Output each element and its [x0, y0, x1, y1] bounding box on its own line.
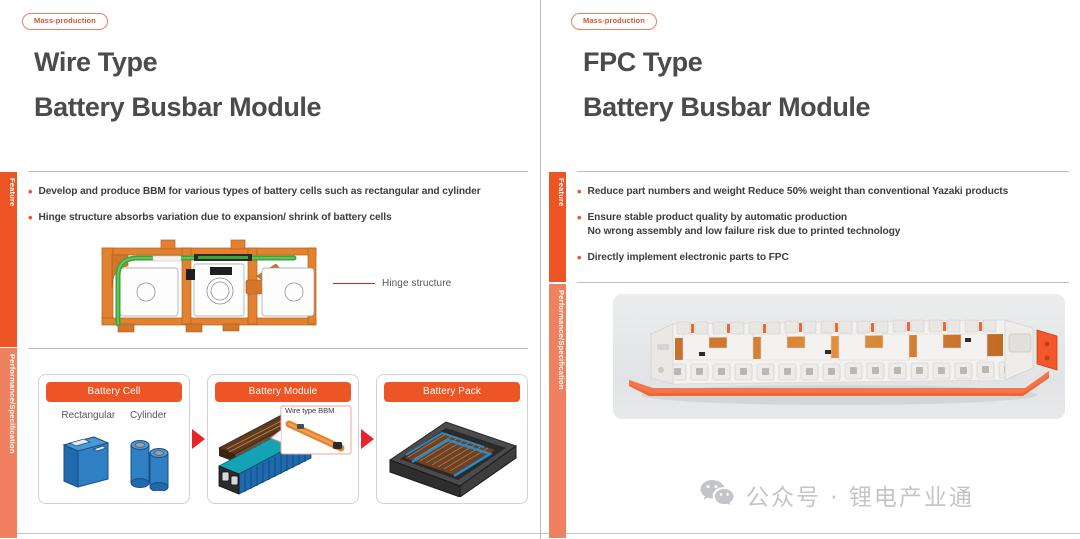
process-step-header: Battery Pack	[384, 382, 520, 402]
callout-leader-line	[333, 282, 375, 285]
bullet-dot-icon: •	[577, 249, 582, 265]
list-item: • Directly implement electronic parts to…	[577, 249, 1066, 266]
feature-list-right: • Reduce part numbers and weight Reduce …	[577, 172, 1066, 265]
cell-label-cylinder: Cylinder	[129, 410, 167, 421]
sidebar-item-performance-specification[interactable]: Performance/Specification	[0, 348, 17, 538]
list-item-text: Hinge structure absorbs variation due to…	[38, 211, 392, 223]
title-line-2: Battery Busbar Module	[583, 91, 871, 122]
list-item: • Reduce part numbers and weight Reduce …	[577, 184, 1066, 200]
page-title: Wire Type Battery Busbar Module	[34, 46, 540, 122]
title-line-1: FPC Type	[583, 46, 703, 77]
module-callout-label: Wire type BBM	[285, 406, 335, 415]
title-line-2: Battery Busbar Module	[34, 91, 322, 122]
wechat-icon	[700, 479, 734, 511]
bullet-dot-icon: •	[28, 209, 33, 225]
process-flow: Battery Cell Rectangular Cylinder Batter…	[38, 374, 528, 504]
watermark: 公众号 · 锂电产业通	[700, 478, 974, 512]
process-step-body	[384, 402, 520, 498]
divider-bottom-right	[541, 533, 1080, 534]
sidebar-item-label: Performance/Specification	[557, 290, 566, 390]
list-item-subtext: No wrong assembly and low failure risk d…	[587, 226, 901, 238]
hinge-structure-diagram	[98, 236, 320, 338]
hinge-callout: Hinge structure	[333, 278, 451, 289]
divider-mid-right	[577, 282, 1069, 283]
panel-fpc-type: Mass-production FPC Type Battery Busbar …	[540, 0, 1080, 539]
title-line-1: Wire Type	[34, 46, 158, 77]
list-item-text-wrap: Ensure stable product quality by automat…	[587, 211, 900, 240]
process-step-battery-cell: Battery Cell Rectangular Cylinder	[38, 374, 190, 504]
list-item: • Ensure stable product quality by autom…	[577, 209, 1066, 240]
divider-bottom-left	[0, 533, 540, 534]
process-step-battery-module: Battery Module Wire type BBM	[207, 374, 359, 504]
status-badge: Mass-production	[22, 12, 108, 30]
panel-body-left: • Develop and produce BBM for various ty…	[28, 172, 528, 346]
feature-list-left: • Develop and produce BBM for various ty…	[28, 172, 528, 225]
panel-header-left: Mass-production Wire Type Battery Busbar…	[0, 0, 540, 160]
callout-label: Hinge structure	[382, 278, 452, 290]
status-badge: Mass-production	[571, 12, 657, 30]
list-item-text: Directly implement electronic parts to F…	[587, 251, 789, 263]
process-step-header: Battery Cell	[46, 382, 182, 402]
process-step-battery-pack: Battery Pack	[376, 374, 528, 504]
process-step-body: Wire type BBM	[215, 402, 352, 497]
page-title: FPC Type Battery Busbar Module	[583, 46, 1080, 122]
list-item: • Develop and produce BBM for various ty…	[28, 184, 528, 200]
process-step-header: Battery Module	[215, 382, 351, 402]
panel-wire-type: Mass-production Wire Type Battery Busbar…	[0, 0, 540, 539]
list-item: • Hinge structure absorbs variation due …	[28, 209, 528, 226]
fpc-busbar-module-photo	[613, 294, 1065, 419]
list-item-text: Develop and produce BBM for various type…	[38, 186, 481, 197]
list-item-text: Reduce part numbers and weight Reduce 50…	[587, 186, 1009, 197]
slide-root: Mass-production Wire Type Battery Busbar…	[0, 0, 1080, 539]
cell-label-rectangular: Rectangular	[61, 410, 116, 421]
panel-header-right: Mass-production FPC Type Battery Busbar …	[541, 0, 1080, 160]
panel-body-right: • Reduce part numbers and weight Reduce …	[577, 172, 1066, 419]
sidebar-item-label: Performance/Specification	[8, 354, 17, 454]
cell-type-labels: Rectangular Cylinder	[46, 402, 182, 421]
watermark-text: 公众号 · 锂电产业通	[746, 485, 974, 511]
sidebar-item-feature[interactable]: Feature	[0, 172, 17, 347]
sidebar-item-label: Feature	[557, 178, 566, 207]
divider-mid-left	[28, 348, 528, 349]
bullet-dot-icon: •	[577, 209, 582, 225]
hinge-figure: Hinge structure	[28, 236, 528, 346]
sidebar-item-feature[interactable]: Feature	[549, 172, 566, 282]
bullet-dot-icon: •	[577, 184, 582, 199]
bullet-dot-icon: •	[28, 184, 33, 199]
list-item-text: Ensure stable product quality by automat…	[587, 211, 848, 223]
process-step-body: Rectangular Cylinder	[46, 402, 182, 497]
process-arrow-icon	[190, 374, 207, 504]
process-arrow-icon	[359, 374, 376, 504]
sidebar-item-label: Feature	[8, 178, 17, 207]
sidebar-item-performance-specification[interactable]: Performance/Specification	[549, 284, 566, 538]
